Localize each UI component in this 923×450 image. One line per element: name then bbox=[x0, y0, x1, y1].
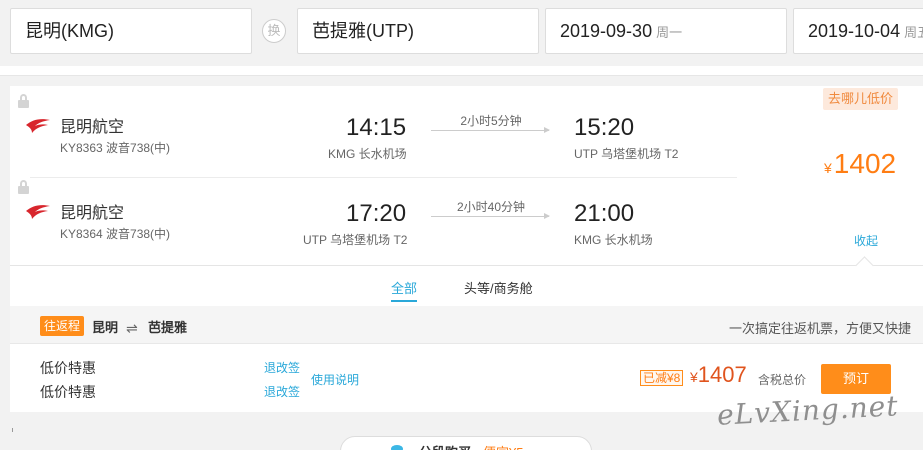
low-price-badge: 去哪儿低价 bbox=[823, 88, 899, 110]
arrive-time: 15:20 bbox=[574, 114, 635, 141]
collapse-link[interactable]: 收起 bbox=[854, 232, 878, 249]
depart-time: 17:20 bbox=[346, 200, 407, 227]
roundtrip-to-city: 芭提雅 bbox=[148, 320, 188, 335]
lock-icon bbox=[18, 180, 29, 194]
fare-price-value: 1407 bbox=[697, 362, 747, 387]
segment-icon bbox=[391, 445, 403, 450]
origin-value: 昆明(KMG) bbox=[25, 21, 114, 41]
roundtrip-header: 往返程 昆明 ⇌ 芭提雅 一次搞定往返机票，方便又快捷 bbox=[10, 306, 923, 344]
arrive-airport: KMG 长水机场 bbox=[574, 233, 653, 247]
depart-date-field[interactable]: 2019-09-30 周一 bbox=[545, 8, 787, 54]
discount-badge: 已减¥8 bbox=[640, 370, 684, 386]
kunming-airlines-logo-icon bbox=[26, 205, 50, 219]
tab-first-business[interactable]: 头等/商务舱 bbox=[464, 278, 533, 297]
depart-weekday: 周一 bbox=[656, 25, 683, 40]
arrive-airport: UTP 乌塔堡机场 T2 bbox=[574, 147, 679, 161]
change-refund-link[interactable]: 退改签 bbox=[264, 383, 300, 400]
depart-airport: KMG 长水机场 bbox=[328, 147, 407, 161]
depart-date-value: 2019-09-30 bbox=[560, 21, 653, 41]
destination-field[interactable]: 芭提雅(UTP) bbox=[297, 8, 539, 54]
kunming-airlines-logo-icon bbox=[26, 119, 50, 133]
segment-buy-label: 分段购买 bbox=[419, 442, 471, 450]
destination-value: 芭提雅(UTP) bbox=[312, 21, 414, 41]
arrow-right-icon bbox=[431, 213, 550, 219]
flight-duration: 2小时5分钟 bbox=[460, 114, 522, 128]
fare-name: 低价特惠 bbox=[40, 384, 96, 400]
flight-info[interactable]: KY8363 波音738(中) bbox=[60, 139, 170, 156]
segment-buy-button[interactable]: 分段购买 便宜¥5 bbox=[340, 436, 592, 450]
change-refund-link[interactable]: 退改签 bbox=[264, 359, 300, 376]
tax-note: 含税总价 bbox=[758, 373, 807, 387]
flight-card: 昆明航空 KY8363 波音738(中) 14:15 KMG 长水机场 2小时5… bbox=[10, 86, 923, 266]
filter-strip bbox=[0, 66, 923, 76]
origin-field[interactable]: 昆明(KMG) bbox=[10, 8, 252, 54]
usage-instructions-link[interactable]: 使用说明 bbox=[311, 371, 359, 388]
flight-duration: 2小时40分钟 bbox=[456, 200, 526, 214]
arrow-right-icon bbox=[431, 127, 550, 133]
flight-info[interactable]: KY8364 波音738(中) bbox=[60, 225, 170, 242]
return-date-value: 2019-10-04 bbox=[808, 21, 901, 41]
roundtrip-slogan: 一次搞定往返机票，方便又快捷 bbox=[728, 321, 911, 336]
swap-cities-button[interactable]: 换 bbox=[262, 19, 286, 43]
cabin-tabs: 全部 头等/商务舱 bbox=[10, 256, 923, 306]
roundtrip-tag: 往返程 bbox=[40, 316, 85, 336]
tab-all[interactable]: 全部 bbox=[391, 278, 418, 302]
fare-price-currency: ¥ bbox=[690, 369, 698, 385]
fare-price: ¥1407 bbox=[690, 362, 747, 388]
roundtrip-swap-icon: ⇌ bbox=[126, 320, 138, 336]
edge-mark bbox=[12, 428, 13, 432]
arrive-time: 21:00 bbox=[574, 200, 635, 227]
price-currency: ¥ bbox=[824, 160, 832, 176]
return-weekday: 周五 bbox=[904, 25, 923, 40]
airline-name: 昆明航空 bbox=[60, 119, 125, 136]
search-bar: 昆明(KMG) 换 芭提雅(UTP) 2019-09-30 周一 2019-10-… bbox=[0, 0, 923, 64]
return-date-field[interactable]: 2019-10-04周五 bbox=[793, 8, 923, 54]
leg-divider bbox=[30, 177, 737, 178]
flight-price: ¥1402 bbox=[824, 148, 896, 180]
lock-icon bbox=[18, 94, 29, 108]
segment-buy-saving: 便宜¥5 bbox=[483, 442, 523, 450]
depart-airport: UTP 乌塔堡机场 T2 bbox=[303, 233, 408, 247]
price-value: 1402 bbox=[833, 148, 897, 179]
fare-name: 低价特惠 bbox=[40, 360, 96, 376]
depart-time: 14:15 bbox=[346, 114, 407, 141]
roundtrip-from-city: 昆明 bbox=[92, 320, 119, 335]
airline-name: 昆明航空 bbox=[60, 205, 125, 222]
